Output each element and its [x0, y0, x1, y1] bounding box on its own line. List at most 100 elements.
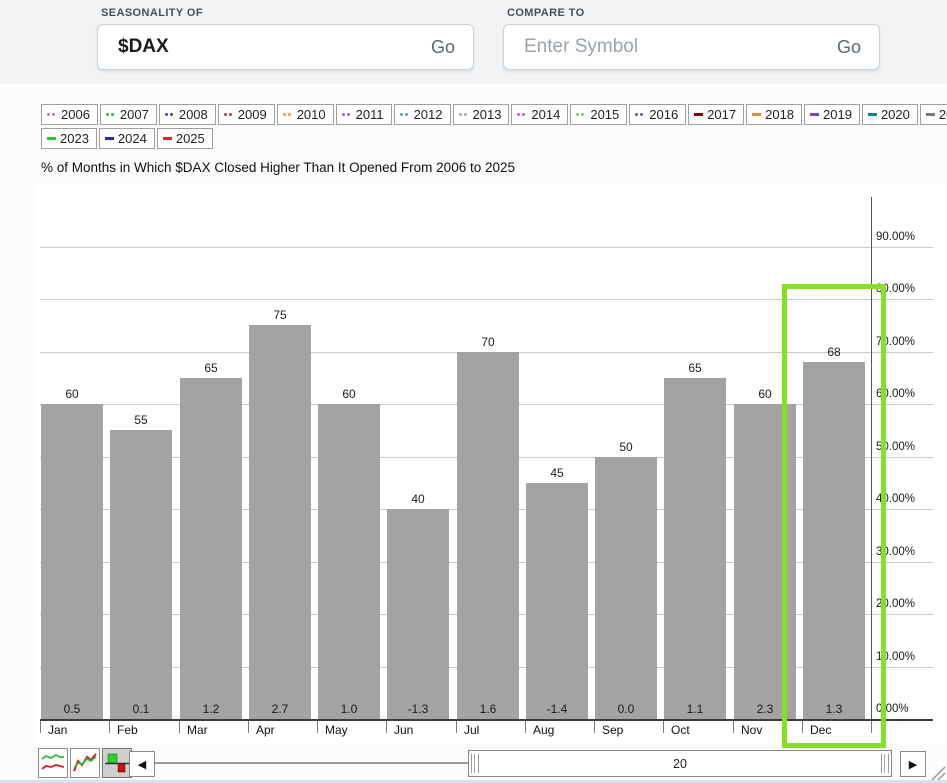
year-label: 2006	[61, 107, 90, 122]
bar-Mar	[180, 378, 242, 719]
year-toggle-2018[interactable]: 2018	[746, 104, 802, 125]
seasonality-of-label: SEASONALITY OF	[101, 7, 203, 19]
avg-change-label: -1.3	[387, 702, 449, 716]
year-label: 2024	[118, 131, 147, 146]
year-toggle-2015[interactable]: 2015	[570, 104, 627, 125]
dotted-series-marker-icon	[106, 113, 116, 116]
year-label: 2021	[939, 107, 947, 122]
avg-change-label: -1.4	[526, 702, 588, 716]
year-toggle-2019[interactable]: 2019	[804, 104, 860, 125]
histogram-glyph	[105, 751, 129, 775]
month-tick	[733, 721, 734, 733]
year-toggle-2007[interactable]: 2007	[100, 104, 157, 125]
seasonality-go-button[interactable]: Go	[421, 37, 455, 58]
bar-Aug	[526, 483, 588, 719]
bar-value-label: 60	[41, 387, 103, 401]
year-toggle-2023[interactable]: 2023	[41, 128, 97, 149]
month-label-May: May	[325, 723, 348, 737]
year-toggle-2017[interactable]: 2017	[688, 104, 744, 125]
bar-value-label: 40	[387, 492, 449, 506]
bar-value-label: 60	[734, 387, 796, 401]
month-label-Jan: Jan	[48, 723, 67, 737]
month-tick	[456, 721, 457, 733]
year-legend: 2006 2007 2008 2009201020112012201320142015…	[41, 104, 907, 152]
compare-go-button[interactable]: Go	[827, 37, 861, 58]
thumb-right-grip	[881, 754, 889, 773]
year-toggle-2008[interactable]: 2008	[159, 104, 216, 125]
bar-value-label: 50	[595, 440, 657, 454]
year-label: 2017	[707, 107, 736, 122]
month-tick	[871, 721, 872, 733]
dotted-series-marker-icon	[224, 113, 234, 116]
avg-change-label: 0.0	[595, 702, 657, 716]
month-label-Jun: Jun	[394, 723, 413, 737]
month-label-Jul: Jul	[464, 723, 479, 737]
year-toggle-2013[interactable]: 2013	[453, 104, 510, 125]
dash-series-marker-icon	[926, 113, 935, 116]
year-toggle-2016[interactable]: 2016	[629, 104, 686, 125]
visible-years-count: 20	[481, 757, 879, 771]
scroll-right-button[interactable]: ▶	[900, 751, 926, 777]
y-axis-tick-label: 70.00%	[876, 336, 936, 348]
year-toggle-2025[interactable]: 2025	[157, 128, 213, 149]
month-tick	[594, 721, 595, 733]
year-toggle-2011[interactable]: 2011	[336, 104, 392, 125]
year-toggle-2014[interactable]: 2014	[511, 104, 568, 125]
bar-Apr	[249, 325, 311, 719]
year-toggle-2009[interactable]: 2009	[218, 104, 275, 125]
y-axis-tick-label: 60.00%	[876, 388, 936, 400]
dotted-series-marker-icon	[283, 113, 293, 116]
bar-Oct	[664, 378, 726, 719]
bar-May	[318, 404, 380, 719]
resize-handle-icon[interactable]	[928, 764, 946, 781]
right-arrow-icon: ▶	[909, 758, 917, 771]
year-label: 2008	[179, 107, 208, 122]
y-axis-tick-label: 80.00%	[876, 283, 936, 295]
month-label-Aug: Aug	[533, 723, 554, 737]
dash-series-marker-icon	[105, 137, 114, 140]
year-toggle-2020[interactable]: 2020	[862, 104, 918, 125]
y-axis-tick-label: 40.00%	[876, 493, 936, 505]
dotted-series-marker-icon	[459, 113, 469, 116]
dash-series-marker-icon	[47, 137, 56, 140]
year-toggle-2021[interactable]: 2021	[920, 104, 947, 125]
month-tick	[109, 721, 110, 733]
month-tick	[386, 721, 387, 733]
legend-row: 2006 2007 2008 2009201020112012201320142015…	[41, 104, 907, 125]
year-toggle-2024[interactable]: 2024	[99, 128, 155, 149]
seasonality-symbol-input[interactable]	[116, 35, 421, 59]
month-label-Feb: Feb	[117, 723, 138, 737]
avg-change-label: 1.2	[180, 702, 242, 716]
dotted-series-marker-icon	[47, 113, 57, 116]
dotted-series-marker-icon	[517, 113, 527, 116]
chart-title: % of Months in Which $DAX Closed Higher …	[41, 160, 515, 175]
scroll-left-button[interactable]: ◀	[129, 751, 155, 777]
bar-value-label: 70	[457, 335, 519, 349]
year-toggle-2012[interactable]: 2012	[394, 104, 451, 125]
dash-series-marker-icon	[163, 137, 172, 140]
histogram-chart-icon[interactable]	[102, 748, 132, 778]
compare-symbol-box: Go	[503, 24, 880, 70]
year-toggle-2010[interactable]: 2010	[277, 104, 334, 125]
month-label-Dec: Dec	[810, 723, 831, 737]
left-arrow-icon: ◀	[138, 758, 146, 771]
month-tick	[179, 721, 180, 733]
overlay-lines-chart-icon[interactable]	[70, 748, 100, 778]
dash-series-marker-icon	[694, 113, 703, 116]
scrollbar-thumb[interactable]: 20	[468, 750, 892, 777]
gridline	[40, 299, 933, 300]
separate-lines-chart-icon[interactable]	[38, 748, 68, 778]
compare-symbol-input[interactable]	[522, 35, 827, 59]
month-tick	[802, 721, 803, 733]
year-label: 2019	[823, 107, 852, 122]
bar-value-label: 45	[526, 466, 588, 480]
year-toggle-2006[interactable]: 2006	[41, 104, 98, 125]
year-label: 2025	[176, 131, 205, 146]
month-tick	[248, 721, 249, 733]
bar-value-label: 65	[664, 361, 726, 375]
bar-value-label: 55	[110, 413, 172, 427]
y-axis-tick-label: 90.00%	[876, 231, 936, 243]
compare-to-label: COMPARE TO	[507, 7, 585, 19]
x-axis-line	[40, 719, 933, 721]
scrollbar-track[interactable]	[155, 762, 468, 764]
